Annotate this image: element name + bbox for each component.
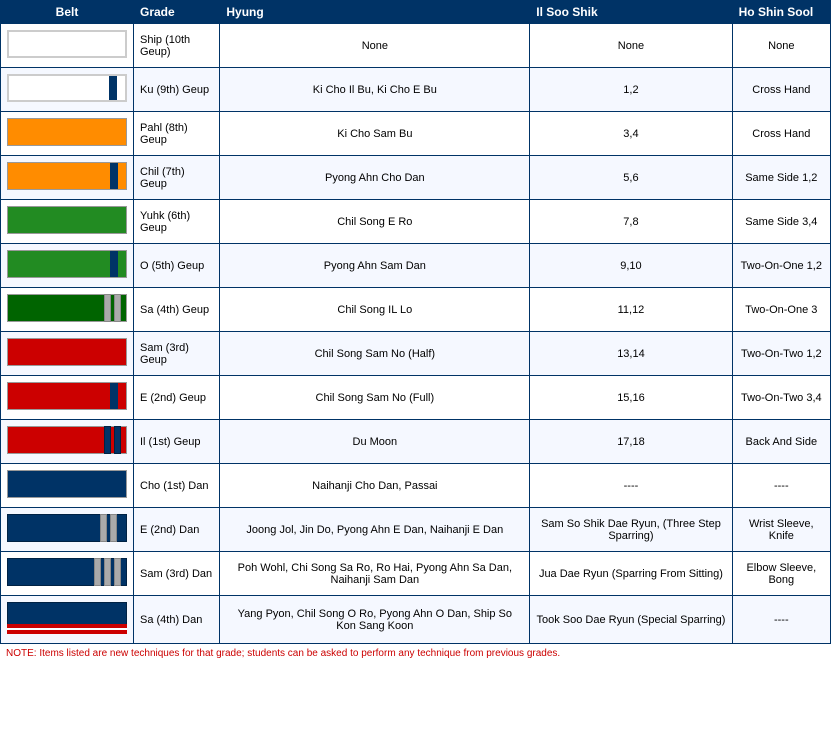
hyung-cell: Poh Wohl, Chi Song Sa Ro, Ro Hai, Pyong … [220, 552, 530, 596]
belt-cell [1, 420, 134, 464]
belt-cell [1, 156, 134, 200]
il-soo-shik-cell: 3,4 [530, 112, 732, 156]
hyung-cell: Chil Song IL Lo [220, 288, 530, 332]
grade-cell: O (5th) Geup [134, 244, 220, 288]
table-row: Sam (3rd) DanPoh Wohl, Chi Song Sa Ro, R… [1, 552, 831, 596]
table-row: Sa (4th) GeupChil Song IL Lo11,12Two-On-… [1, 288, 831, 332]
table-row: Sa (4th) DanYang Pyon, Chil Song O Ro, P… [1, 596, 831, 644]
belt-cell [1, 200, 134, 244]
hyung-cell: Du Moon [220, 420, 530, 464]
grade-cell: Chil (7th) Geup [134, 156, 220, 200]
belt-cell [1, 596, 134, 644]
ho-shin-sool-cell: None [732, 24, 830, 68]
ho-shin-sool-cell: Two-On-One 1,2 [732, 244, 830, 288]
il-soo-shik-cell: 9,10 [530, 244, 732, 288]
belt-cell [1, 24, 134, 68]
belt-cell [1, 552, 134, 596]
ho-shin-sool-cell: Elbow Sleeve, Bong [732, 552, 830, 596]
ho-shin-sool-cell: Same Side 3,4 [732, 200, 830, 244]
belt-cell [1, 288, 134, 332]
grade-cell: Sa (4th) Dan [134, 596, 220, 644]
curriculum-table: Belt Grade Hyung Il Soo Shik Ho Shin Soo… [0, 0, 831, 644]
il-soo-shik-cell: 15,16 [530, 376, 732, 420]
table-row: Ku (9th) GeupKi Cho Il Bu, Ki Cho E Bu1,… [1, 68, 831, 112]
il-soo-shik-header: Il Soo Shik [530, 1, 732, 24]
il-soo-shik-cell: 17,18 [530, 420, 732, 464]
il-soo-shik-cell: 1,2 [530, 68, 732, 112]
belt-cell [1, 376, 134, 420]
table-row: Chil (7th) GeupPyong Ahn Cho Dan5,6Same … [1, 156, 831, 200]
il-soo-shik-cell: 7,8 [530, 200, 732, 244]
table-row: Sam (3rd) GeupChil Song Sam No (Half)13,… [1, 332, 831, 376]
hyung-cell: Ki Cho Sam Bu [220, 112, 530, 156]
ho-shin-sool-header: Ho Shin Sool [732, 1, 830, 24]
il-soo-shik-cell: 5,6 [530, 156, 732, 200]
belt-header: Belt [1, 1, 134, 24]
belt-cell [1, 112, 134, 156]
ho-shin-sool-cell: Two-On-Two 3,4 [732, 376, 830, 420]
table-row: E (2nd) DanJoong Jol, Jin Do, Pyong Ahn … [1, 508, 831, 552]
grade-cell: Ku (9th) Geup [134, 68, 220, 112]
ho-shin-sool-cell: ---- [732, 596, 830, 644]
grade-cell: E (2nd) Dan [134, 508, 220, 552]
ho-shin-sool-cell: Cross Hand [732, 112, 830, 156]
hyung-cell: Chil Song E Ro [220, 200, 530, 244]
belt-cell [1, 332, 134, 376]
grade-cell: Cho (1st) Dan [134, 464, 220, 508]
hyung-cell: Chil Song Sam No (Half) [220, 332, 530, 376]
il-soo-shik-cell: 11,12 [530, 288, 732, 332]
page: Belt Grade Hyung Il Soo Shik Ho Shin Soo… [0, 0, 831, 663]
ho-shin-sool-cell: Same Side 1,2 [732, 156, 830, 200]
il-soo-shik-cell: Sam So Shik Dae Ryun, (Three Step Sparri… [530, 508, 732, 552]
hyung-header: Hyung [220, 1, 530, 24]
grade-cell: Sam (3rd) Geup [134, 332, 220, 376]
grade-cell: E (2nd) Geup [134, 376, 220, 420]
grade-cell: Ship (10th Geup) [134, 24, 220, 68]
hyung-cell: Yang Pyon, Chil Song O Ro, Pyong Ahn O D… [220, 596, 530, 644]
ho-shin-sool-cell: Two-On-One 3 [732, 288, 830, 332]
table-row: Il (1st) GeupDu Moon17,18Back And Side [1, 420, 831, 464]
hyung-cell: Pyong Ahn Sam Dan [220, 244, 530, 288]
grade-cell: Sam (3rd) Dan [134, 552, 220, 596]
ho-shin-sool-cell: Back And Side [732, 420, 830, 464]
table-row: O (5th) GeupPyong Ahn Sam Dan9,10Two-On-… [1, 244, 831, 288]
table-row: Cho (1st) DanNaihanji Cho Dan, Passai---… [1, 464, 831, 508]
il-soo-shik-cell: ---- [530, 464, 732, 508]
il-soo-shik-cell: Took Soo Dae Ryun (Special Sparring) [530, 596, 732, 644]
il-soo-shik-cell: Jua Dae Ryun (Sparring From Sitting) [530, 552, 732, 596]
ho-shin-sool-cell: Cross Hand [732, 68, 830, 112]
grade-cell: Il (1st) Geup [134, 420, 220, 464]
grade-cell: Pahl (8th) Geup [134, 112, 220, 156]
table-row: E (2nd) GeupChil Song Sam No (Full)15,16… [1, 376, 831, 420]
table-row: Ship (10th Geup)NoneNoneNone [1, 24, 831, 68]
hyung-cell: Chil Song Sam No (Full) [220, 376, 530, 420]
grade-cell: Yuhk (6th) Geup [134, 200, 220, 244]
note-text: NOTE: Items listed are new techniques fo… [0, 644, 831, 663]
belt-cell [1, 244, 134, 288]
belt-cell [1, 464, 134, 508]
grade-header: Grade [134, 1, 220, 24]
hyung-cell: Ki Cho Il Bu, Ki Cho E Bu [220, 68, 530, 112]
hyung-cell: Joong Jol, Jin Do, Pyong Ahn E Dan, Naih… [220, 508, 530, 552]
hyung-cell: Pyong Ahn Cho Dan [220, 156, 530, 200]
hyung-cell: None [220, 24, 530, 68]
ho-shin-sool-cell: Two-On-Two 1,2 [732, 332, 830, 376]
ho-shin-sool-cell: Wrist Sleeve, Knife [732, 508, 830, 552]
hyung-cell: Naihanji Cho Dan, Passai [220, 464, 530, 508]
grade-cell: Sa (4th) Geup [134, 288, 220, 332]
belt-cell [1, 68, 134, 112]
il-soo-shik-cell: None [530, 24, 732, 68]
table-row: Yuhk (6th) GeupChil Song E Ro7,8Same Sid… [1, 200, 831, 244]
table-row: Pahl (8th) GeupKi Cho Sam Bu3,4Cross Han… [1, 112, 831, 156]
il-soo-shik-cell: 13,14 [530, 332, 732, 376]
belt-cell [1, 508, 134, 552]
ho-shin-sool-cell: ---- [732, 464, 830, 508]
